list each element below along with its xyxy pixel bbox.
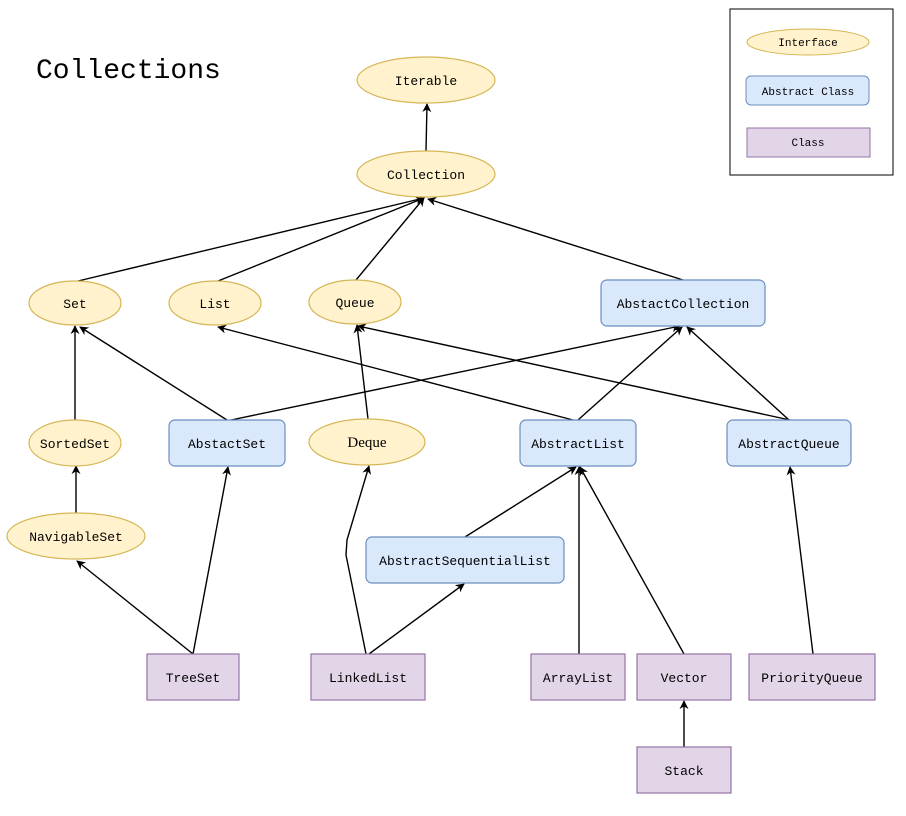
node-navigable-set[interactable]: NavigableSet [6,512,146,560]
node-abstact-collection[interactable]: AbstactCollection [600,279,766,327]
node-abstact-set[interactable]: AbstactSet [168,419,286,467]
node-priority-queue[interactable]: PriorityQueue [748,653,876,701]
node-label: ArrayList [543,671,613,686]
node-deque[interactable]: Deque [308,418,426,466]
node-label: Collection [387,168,465,183]
node-label: AbstactSet [188,437,266,452]
edge-linked-list-to-abstract-sequential-list [368,583,465,655]
node-set[interactable]: Set [28,280,122,326]
node-list[interactable]: List [168,280,262,326]
edge-set-to-collection [77,195,425,282]
diagram-title: Collections [36,56,221,87]
legend-interface-label: Interface [778,38,837,50]
edge-collection-to-iterable [422,103,432,152]
node-label: LinkedList [329,671,407,686]
edge-tree-set-to-navigable-set [76,560,194,655]
legend-class-label: Class [791,138,824,150]
edge-abstract-queue-to-abstact-collection [686,326,790,421]
node-label: List [199,297,230,312]
node-label: TreeSet [166,671,221,686]
edge-abstract-list-to-list [217,324,574,421]
legend: Interface Abstract Class Class [729,8,894,176]
edge-abstact-collection-to-collection [427,197,684,281]
node-label: NavigableSet [29,530,123,545]
node-label: Queue [335,296,374,311]
node-vector[interactable]: Vector [636,653,732,701]
edge-queue-to-collection [355,197,425,281]
node-abstract-queue[interactable]: AbstractQueue [726,419,852,467]
node-iterable[interactable]: Iterable [356,56,496,104]
node-queue[interactable]: Queue [308,279,402,325]
node-array-list[interactable]: ArrayList [530,653,626,701]
edge-deque-to-queue [353,324,369,420]
edge-vector-to-abstract-list [579,466,685,655]
node-abstract-list[interactable]: AbstractList [519,419,637,467]
node-label: Iterable [395,74,457,89]
edge-abstact-set-to-set [79,326,228,421]
node-label: AbstractList [531,437,625,452]
node-label: Deque [347,435,386,451]
node-label: AbstractQueue [738,437,839,452]
node-tree-set[interactable]: TreeSet [146,653,240,701]
node-collection[interactable]: Collection [356,150,496,198]
collections-diagram: Collections Iterable Collection Set List Que… [6,8,894,794]
node-label: AbstractSequentialList [379,554,551,569]
node-label: PriorityQueue [761,671,862,686]
node-linked-list[interactable]: LinkedList [310,653,426,701]
node-label: Stack [664,764,703,779]
edge-abstract-queue-to-queue [357,323,791,421]
node-label: Vector [661,671,708,686]
node-sorted-set[interactable]: SortedSet [28,419,122,467]
node-stack[interactable]: Stack [636,746,732,794]
edge-abstract-sequential-list-to-abstract-list [464,466,577,538]
edge-tree-set-to-abstact-set [192,466,231,655]
node-abstract-sequential-list[interactable]: AbstractSequentialList [365,536,565,584]
legend-abstract-class-label: Abstract Class [762,87,854,99]
edge-abstact-set-to-abstact-collection [230,323,681,421]
edge-abstract-list-to-abstact-collection [577,326,683,421]
node-label: Set [63,297,86,312]
node-label: AbstactCollection [617,297,750,312]
node-label: SortedSet [40,437,110,452]
edge-priority-queue-to-abstract-queue [786,466,814,655]
